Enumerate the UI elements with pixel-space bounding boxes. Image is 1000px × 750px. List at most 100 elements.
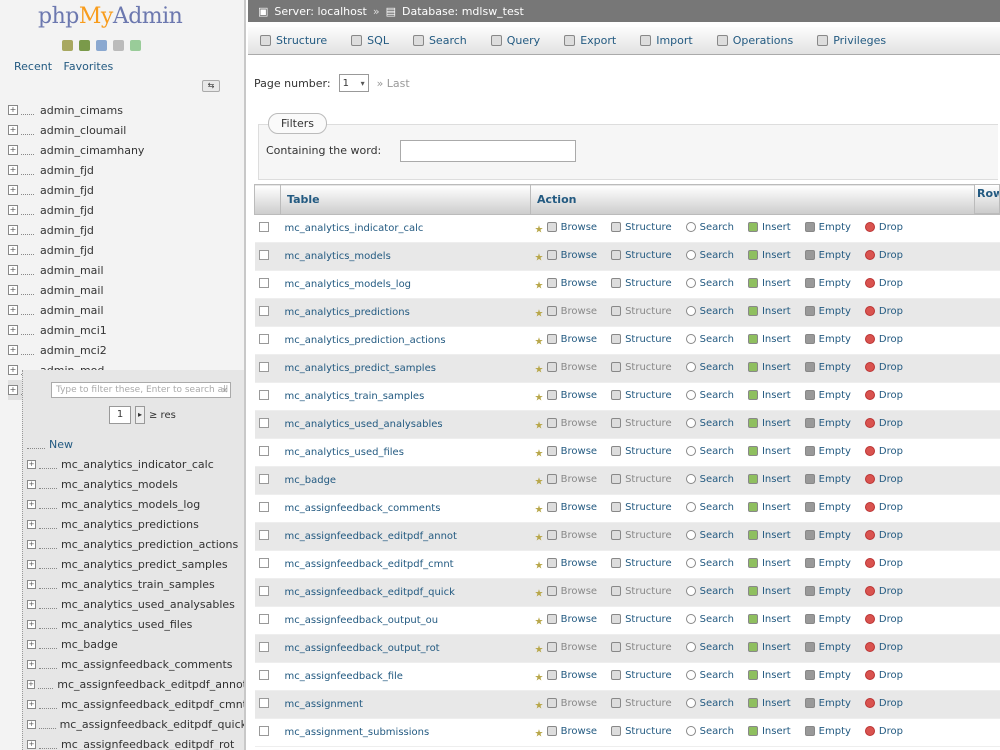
favorite-star-icon[interactable]: ★ <box>535 476 544 487</box>
empty-action[interactable]: Empty <box>804 222 851 233</box>
browse-action[interactable]: Browse <box>546 474 597 485</box>
browse-action[interactable]: Browse <box>546 586 597 597</box>
insert-action[interactable]: Insert <box>747 362 791 373</box>
structure-action[interactable]: Structure <box>611 670 672 681</box>
structure-action[interactable]: Structure <box>611 278 672 289</box>
empty-action[interactable]: Empty <box>804 726 851 737</box>
empty-action[interactable]: Empty <box>804 642 851 653</box>
structure-action[interactable]: Structure <box>611 418 672 429</box>
expand-icon[interactable]: + <box>8 165 18 175</box>
drop-action[interactable]: Drop <box>864 390 903 401</box>
expand-icon[interactable]: + <box>8 145 18 155</box>
insert-action[interactable]: Insert <box>747 278 791 289</box>
expand-icon[interactable]: + <box>8 285 18 295</box>
search-action[interactable]: Search <box>685 222 734 233</box>
structure-action[interactable]: Structure <box>611 698 672 709</box>
sidebar-table-item[interactable]: + mc_badge <box>27 634 244 654</box>
row-checkbox[interactable] <box>258 306 269 316</box>
sidebar-table-item[interactable]: + mc_assignfeedback_editpdf_rot <box>27 734 244 750</box>
structure-action[interactable]: Structure <box>611 362 672 373</box>
filter-word-input[interactable] <box>400 140 576 162</box>
tab-search[interactable]: Search <box>401 27 479 55</box>
drop-action[interactable]: Drop <box>864 334 903 345</box>
favorite-star-icon[interactable]: ★ <box>535 392 544 403</box>
row-checkbox[interactable] <box>258 222 269 232</box>
rows-column-header[interactable]: Rows <box>974 184 1000 214</box>
table-name-link[interactable]: mc_assignment <box>280 690 531 719</box>
empty-action[interactable]: Empty <box>804 474 851 485</box>
sidebar-table-item[interactable]: + mc_assignfeedback_editpdf_quick <box>27 714 244 734</box>
structure-action[interactable]: Structure <box>611 390 672 401</box>
expand-icon[interactable]: + <box>8 325 18 335</box>
search-action[interactable]: Search <box>685 614 734 625</box>
expand-icon[interactable]: + <box>27 519 36 529</box>
row-checkbox[interactable] <box>258 502 269 512</box>
favorite-star-icon[interactable]: ★ <box>535 532 544 543</box>
sidebar-table-item[interactable]: + mc_analytics_prediction_actions <box>27 534 244 554</box>
sidebar-table-item[interactable]: + mc_analytics_models_log <box>27 494 244 514</box>
expand-icon[interactable]: + <box>27 639 36 649</box>
search-action[interactable]: Search <box>685 698 734 709</box>
insert-action[interactable]: Insert <box>747 334 791 345</box>
structure-action[interactable]: Structure <box>611 222 672 233</box>
favorite-star-icon[interactable]: ★ <box>535 364 544 375</box>
row-checkbox[interactable] <box>258 642 269 652</box>
empty-action[interactable]: Empty <box>804 502 851 513</box>
insert-action[interactable]: Insert <box>747 670 791 681</box>
expand-icon[interactable]: + <box>8 245 18 255</box>
phpmyadmin-logo[interactable]: phpMyAdmin <box>38 4 183 29</box>
favorite-star-icon[interactable]: ★ <box>535 252 544 263</box>
row-checkbox[interactable] <box>258 698 269 708</box>
search-action[interactable]: Search <box>685 278 734 289</box>
table-name-link[interactable]: mc_analytics_predictions <box>280 298 531 327</box>
settings-icon[interactable] <box>113 40 124 51</box>
insert-action[interactable]: Insert <box>747 250 791 261</box>
drop-action[interactable]: Drop <box>864 670 903 681</box>
drop-action[interactable]: Drop <box>864 586 903 597</box>
row-checkbox[interactable] <box>258 558 269 568</box>
table-name-link[interactable]: mc_analytics_models_log <box>280 270 531 299</box>
sidebar-database-item[interactable]: + admin_mail <box>8 280 238 300</box>
docs-icon[interactable] <box>96 40 107 51</box>
structure-action[interactable]: Structure <box>611 614 672 625</box>
favorite-star-icon[interactable]: ★ <box>535 448 544 459</box>
sidebar-table-item[interactable]: + mc_analytics_train_samples <box>27 574 244 594</box>
browse-action[interactable]: Browse <box>546 418 597 429</box>
table-column-header[interactable]: Table <box>280 184 531 215</box>
drop-action[interactable]: Drop <box>864 362 903 373</box>
drop-action[interactable]: Drop <box>864 474 903 485</box>
favorite-star-icon[interactable]: ★ <box>535 700 544 711</box>
sidebar-table-item[interactable]: + mc_analytics_predict_samples <box>27 554 244 574</box>
drop-action[interactable]: Drop <box>864 306 903 317</box>
insert-action[interactable]: Insert <box>747 474 791 485</box>
search-action[interactable]: Search <box>685 642 734 653</box>
browse-action[interactable]: Browse <box>546 502 597 513</box>
empty-action[interactable]: Empty <box>804 558 851 569</box>
search-action[interactable]: Search <box>685 670 734 681</box>
row-checkbox[interactable] <box>258 250 269 260</box>
structure-action[interactable]: Structure <box>611 642 672 653</box>
row-checkbox[interactable] <box>258 390 269 400</box>
empty-action[interactable]: Empty <box>804 698 851 709</box>
row-checkbox[interactable] <box>258 362 269 372</box>
browse-action[interactable]: Browse <box>546 670 597 681</box>
search-action[interactable]: Search <box>685 502 734 513</box>
search-action[interactable]: Search <box>685 474 734 485</box>
search-action[interactable]: Search <box>685 586 734 597</box>
table-name-link[interactable]: mc_assignment_submissions <box>280 718 531 747</box>
favorite-star-icon[interactable]: ★ <box>535 560 544 571</box>
last-page-link[interactable]: » Last <box>377 77 410 90</box>
insert-action[interactable]: Insert <box>747 502 791 513</box>
recent-link[interactable]: Recent <box>14 60 52 73</box>
page-number-select[interactable]: 1 ▾ <box>338 74 369 92</box>
empty-action[interactable]: Empty <box>804 306 851 317</box>
favorite-star-icon[interactable]: ★ <box>535 336 544 347</box>
sidebar-database-item[interactable]: + admin_fjd <box>8 160 238 180</box>
table-name-link[interactable]: mc_assignfeedback_editpdf_cmnt <box>280 550 531 579</box>
expand-icon[interactable]: + <box>27 719 36 729</box>
row-checkbox[interactable] <box>258 726 269 736</box>
expand-icon[interactable]: + <box>8 185 18 195</box>
row-checkbox[interactable] <box>258 418 269 428</box>
browse-action[interactable]: Browse <box>546 278 597 289</box>
expand-icon[interactable]: + <box>27 539 36 549</box>
